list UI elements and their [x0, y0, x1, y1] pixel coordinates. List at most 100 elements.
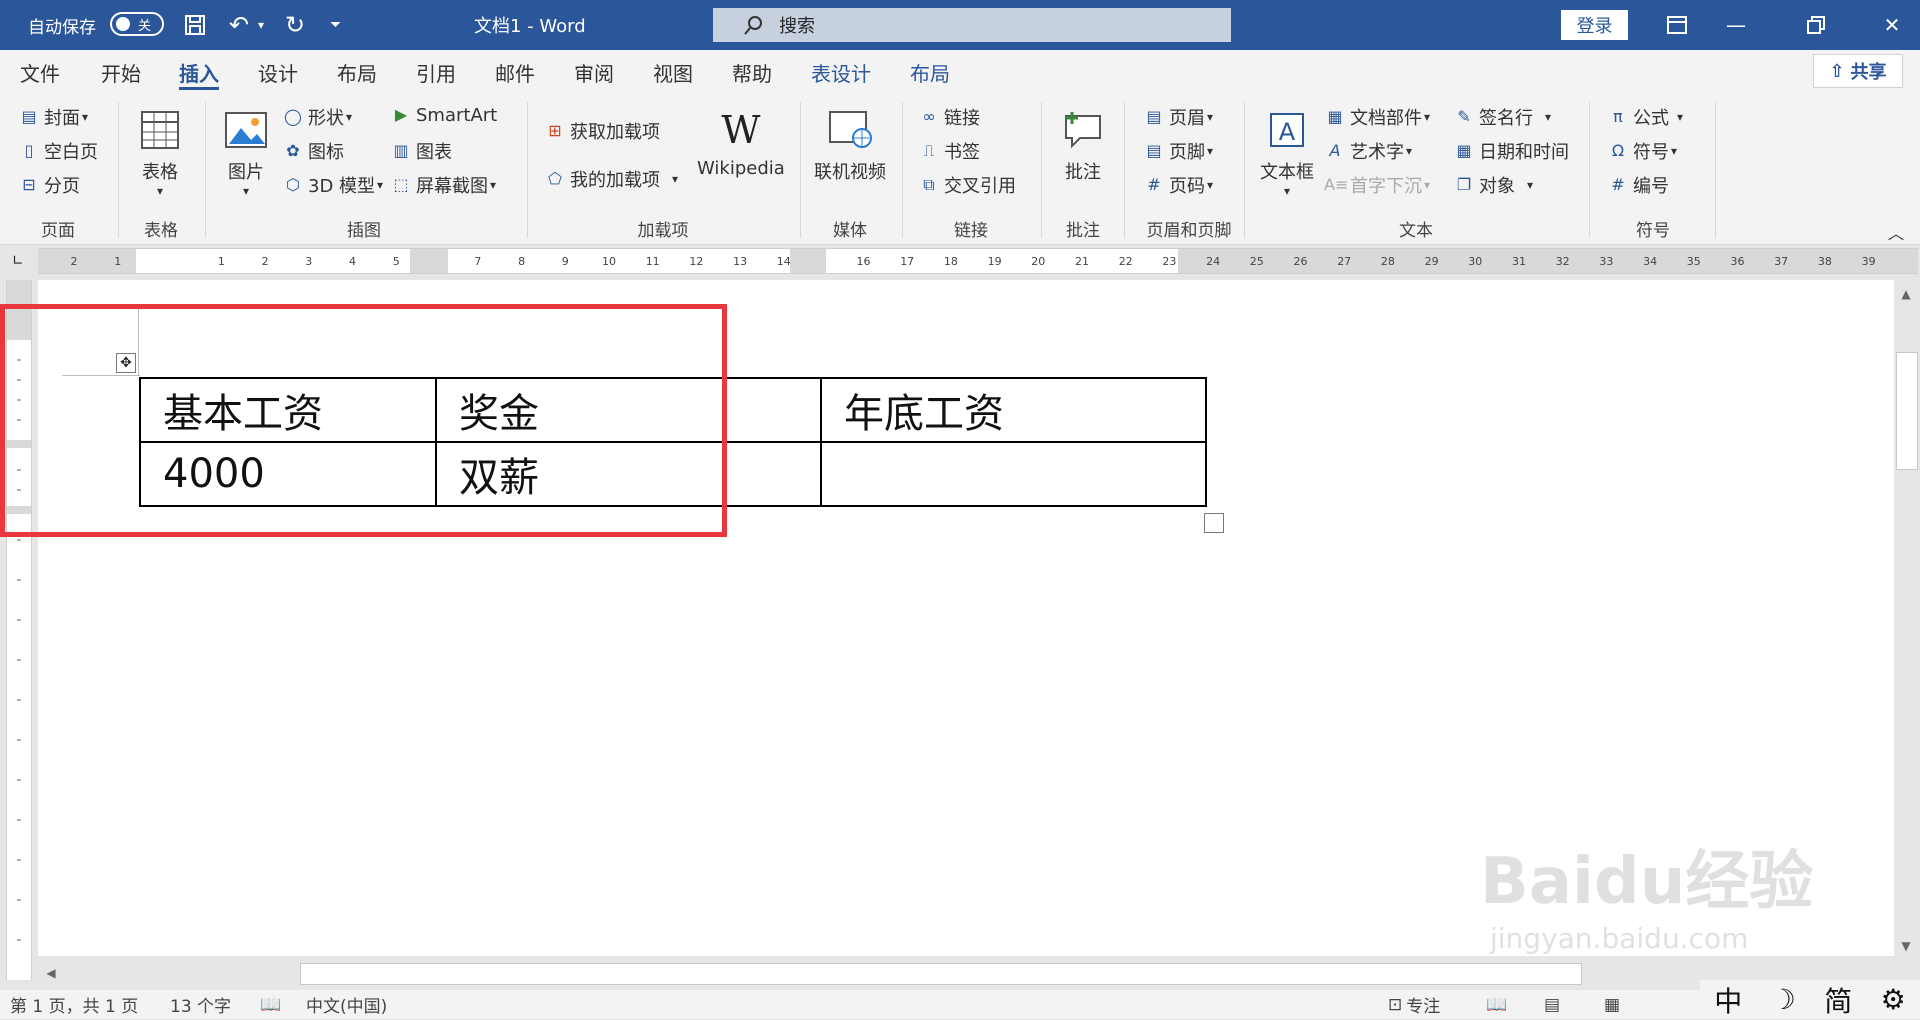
table-cell[interactable]: [820, 441, 1207, 507]
smartart-button[interactable]: ▶ SmartArt: [390, 104, 497, 126]
autosave-toggle[interactable]: 关: [110, 12, 164, 36]
blank-page-button[interactable]: ▯ 空白页: [18, 138, 98, 164]
shapes-button[interactable]: ◯ 形状 ▾: [282, 104, 352, 130]
ruler-tick-label: 11: [646, 255, 660, 268]
horizontal-scroll-thumb[interactable]: [300, 963, 1582, 985]
close-icon[interactable]: ✕: [1864, 0, 1920, 50]
ruler-tick-label: 32: [1556, 255, 1570, 268]
quick-parts-button[interactable]: ▦ 文档部件 ▾: [1324, 104, 1430, 130]
web-layout-icon[interactable]: ▦: [1604, 990, 1620, 1019]
page-break-button[interactable]: ⊟ 分页: [18, 172, 80, 198]
language[interactable]: 中文(中国): [306, 990, 387, 1019]
get-addins-button[interactable]: ⊞ 获取加载项: [544, 118, 660, 144]
search-box[interactable]: 搜索: [713, 8, 1231, 42]
cube-icon: ⬡: [286, 175, 300, 194]
wikipedia-button[interactable]: W Wikipedia: [697, 106, 785, 179]
tab-review[interactable]: 审阅: [574, 50, 614, 94]
tab-insert[interactable]: 插入: [179, 50, 219, 94]
tab-selector[interactable]: ∟: [0, 245, 34, 275]
drop-cap-button[interactable]: A≡ 首字下沉 ▾: [1324, 172, 1430, 198]
tab-table-layout[interactable]: 布局: [910, 50, 950, 94]
tab-home[interactable]: 开始: [101, 50, 141, 94]
signature-line-button[interactable]: ✎ 签名行 ▾: [1453, 104, 1551, 130]
smartart-label: SmartArt: [416, 104, 498, 126]
wordart-button[interactable]: A 艺术字 ▾: [1324, 138, 1413, 164]
link-button[interactable]: ∞ 链接: [918, 104, 980, 130]
online-video-button[interactable]: 联机视频: [814, 106, 886, 184]
tab-help[interactable]: 帮助: [732, 50, 772, 94]
save-icon[interactable]: [182, 0, 208, 50]
ruler-tick-label: 35: [1687, 255, 1701, 268]
group-text: 文本: [1399, 221, 1433, 241]
table-cell[interactable]: 年底工资: [820, 377, 1207, 443]
group-media: 媒体: [833, 221, 867, 241]
title-bar: 自动保存 关 ↶ ▾ ↻ ⏷ 文档1 - Word 搜索 登录 — ✕: [0, 0, 1920, 50]
tab-references[interactable]: 引用: [416, 50, 456, 94]
group-header-footer: 页眉和页脚: [1146, 221, 1232, 241]
tab-mailings[interactable]: 邮件: [495, 50, 535, 94]
tab-view[interactable]: 视图: [653, 50, 693, 94]
horizontal-ruler[interactable]: 2 1 1 2 3 4 5 7 8 9 10 11 12 13 14 16 17 18 19 20 21 22 23 24 25…: [38, 248, 1918, 274]
proofing-icon[interactable]: 📖: [260, 990, 281, 1019]
shapes-icon: ◯: [284, 107, 302, 126]
scroll-left-icon[interactable]: ◀: [40, 962, 62, 984]
tab-design[interactable]: 设计: [258, 50, 298, 94]
scroll-down-icon[interactable]: ▼: [1895, 935, 1917, 957]
redo-icon[interactable]: ↻: [282, 0, 308, 50]
symbol-button[interactable]: Ω 符号 ▾: [1607, 138, 1677, 164]
3d-models-button[interactable]: ⬡ 3D 模型 ▾: [282, 172, 383, 198]
group-pages: 页面: [41, 221, 75, 241]
ribbon-display-options-icon[interactable]: [1649, 0, 1705, 50]
tab-file[interactable]: 文件: [20, 50, 60, 94]
word-count[interactable]: 13 个字: [170, 990, 231, 1019]
text-box-button[interactable]: A 文本框 ▾: [1260, 106, 1314, 198]
header-button[interactable]: ▤ 页眉 ▾: [1143, 104, 1213, 130]
ruler-tick-label: 38: [1818, 255, 1832, 268]
tab-table-design[interactable]: 表设计: [811, 50, 871, 94]
customize-toolbar-icon[interactable]: ⏷: [330, 0, 350, 50]
chart-button[interactable]: ▥ 图表: [390, 138, 452, 164]
page-count[interactable]: 第 1 页，共 1 页: [10, 990, 138, 1019]
pictures-button[interactable]: 图片 ▾: [222, 106, 270, 198]
minimize-icon[interactable]: —: [1708, 0, 1764, 50]
focus-button[interactable]: ⊡ 专注: [1388, 990, 1440, 1019]
divider: [902, 102, 903, 238]
screenshot-button[interactable]: ⬚ 屏幕截图 ▾: [390, 172, 496, 198]
equation-button[interactable]: π 公式 ▾: [1607, 104, 1683, 130]
annotation-highlight: [0, 304, 727, 537]
undo-dropdown-icon[interactable]: ▾: [258, 0, 270, 50]
ime-moon-icon[interactable]: ☽: [1771, 983, 1796, 1016]
table-button[interactable]: 表格 ▾: [136, 106, 184, 198]
divider: [205, 102, 206, 238]
date-time-button[interactable]: ▦ 日期和时间: [1453, 138, 1569, 164]
ruler-tick-label: 27: [1337, 255, 1351, 268]
print-layout-icon[interactable]: ▤: [1544, 990, 1560, 1019]
undo-icon[interactable]: ↶: [226, 0, 252, 50]
footer-button[interactable]: ▤ 页脚 ▾: [1143, 138, 1213, 164]
my-addins-label: 我的加载项: [570, 170, 660, 191]
read-mode-icon[interactable]: 📖: [1486, 990, 1507, 1019]
cross-reference-button[interactable]: ⧉ 交叉引用: [918, 172, 1016, 198]
login-button[interactable]: 登录: [1561, 10, 1628, 40]
my-addins-button[interactable]: ⬠ 我的加载项 ▾: [544, 166, 678, 192]
comment-button[interactable]: 批注: [1059, 106, 1107, 184]
bookmark-button[interactable]: ⎍ 书签: [918, 138, 980, 164]
settings-icon[interactable]: ⚙: [1881, 983, 1906, 1016]
ime-simplified-button[interactable]: 简: [1824, 980, 1852, 1020]
ime-mode-button[interactable]: 中: [1714, 980, 1742, 1020]
object-button[interactable]: ❐ 对象 ▾: [1453, 172, 1533, 198]
collapse-ribbon-icon[interactable]: ︿: [1888, 220, 1904, 244]
screenshot-label: 屏幕截图: [416, 176, 488, 197]
page-number-button[interactable]: # 页码 ▾: [1143, 172, 1213, 198]
number-button[interactable]: # 编号: [1607, 172, 1669, 198]
share-button[interactable]: ⇧ 共享: [1813, 54, 1903, 88]
wikipedia-icon: W: [721, 108, 761, 152]
restore-icon[interactable]: [1788, 0, 1844, 50]
icons-button[interactable]: ✿ 图标: [282, 138, 344, 164]
vertical-scroll-thumb[interactable]: [1896, 352, 1918, 470]
ruler-tick-label: 8: [518, 255, 525, 268]
tab-layout[interactable]: 布局: [337, 50, 377, 94]
cover-page-button[interactable]: ▤ 封面 ▾: [18, 104, 88, 130]
scroll-up-icon[interactable]: ▲: [1895, 283, 1917, 305]
table-resize-handle[interactable]: [1204, 513, 1224, 533]
